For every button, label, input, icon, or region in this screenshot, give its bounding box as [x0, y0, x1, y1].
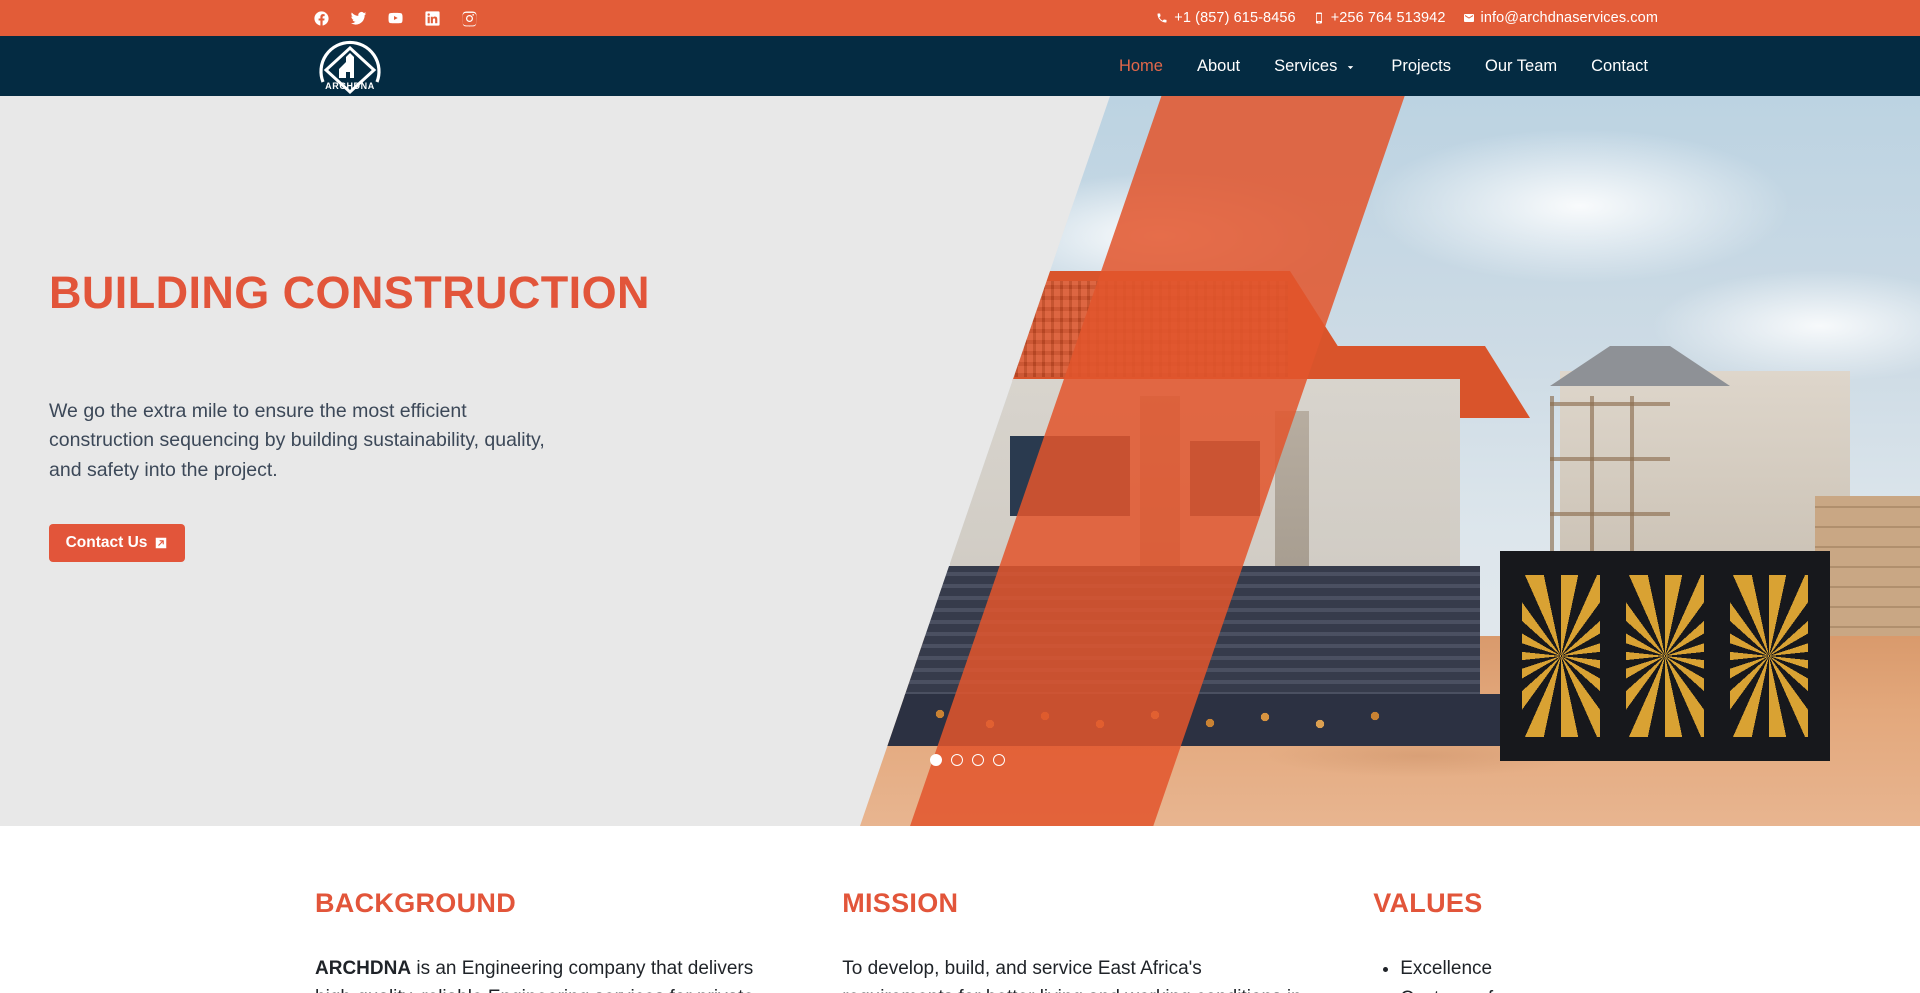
- mission-column: MISSION To develop, build, and service E…: [842, 888, 1373, 993]
- top-utility-bar: +1 (857) 615-8456 +256 764 513942 info@a…: [0, 0, 1920, 36]
- about-columns: BACKGROUND ARCHDNA is an Engineering com…: [0, 826, 1920, 993]
- perimeter-fence: [860, 566, 1480, 696]
- gate-panel: [1726, 571, 1812, 741]
- list-item: Excellence: [1400, 954, 1750, 983]
- nav-label-services: Services: [1274, 57, 1338, 75]
- nav-item-projects[interactable]: Projects: [1374, 36, 1468, 96]
- window-left: [1010, 436, 1130, 516]
- nav-item-our-team[interactable]: Our Team: [1468, 36, 1574, 96]
- carousel-dot-1[interactable]: [930, 754, 942, 766]
- list-item: Customer focus: [1400, 984, 1750, 993]
- social-links: [313, 10, 478, 27]
- site-header: ARCHDNA Home About Services Projects Our…: [0, 36, 1920, 96]
- values-heading: VALUES: [1373, 888, 1483, 918]
- nav-item-home[interactable]: Home: [1102, 36, 1180, 96]
- mobile-icon: [1315, 12, 1322, 24]
- background-column: BACKGROUND ARCHDNA is an Engineering com…: [315, 888, 842, 993]
- gate-panel: [1518, 571, 1604, 741]
- site-logo[interactable]: ARCHDNA: [310, 32, 390, 100]
- facebook-icon[interactable]: [313, 10, 330, 27]
- phone-us[interactable]: +1 (857) 615-8456: [1156, 10, 1296, 26]
- nav-item-about[interactable]: About: [1180, 36, 1257, 96]
- gate-panel: [1622, 571, 1708, 741]
- mission-heading: MISSION: [842, 888, 959, 918]
- hero-image: [860, 96, 1920, 826]
- contact-us-button[interactable]: Contact Us: [49, 523, 185, 562]
- hero-title: BUILDING CONSTRUCTION: [49, 267, 650, 319]
- instagram-icon[interactable]: [461, 10, 478, 27]
- email-text: info@archdnaservices.com: [1480, 10, 1658, 26]
- background-body: ARCHDNA is an Engineering company that d…: [315, 954, 782, 993]
- nav-label-projects: Projects: [1391, 57, 1451, 75]
- contact-us-label: Contact Us: [65, 533, 148, 551]
- building-right-roof: [1550, 346, 1730, 386]
- carousel-pagination: [930, 754, 1005, 766]
- arrow-up-right-icon: [156, 537, 167, 548]
- window-right: [1190, 441, 1260, 516]
- carousel-dot-3[interactable]: [972, 754, 984, 766]
- nav-label-about: About: [1196, 57, 1241, 75]
- phone-ug-text: +256 764 513942: [1330, 10, 1446, 26]
- fence-stone-base: [860, 694, 1520, 746]
- mission-body: To develop, build, and service East Afri…: [842, 958, 1301, 993]
- email[interactable]: info@archdnaservices.com: [1463, 10, 1659, 26]
- nav-label-home: Home: [1118, 57, 1163, 75]
- svg-text:ARCHDNA: ARCHDNA: [325, 81, 375, 91]
- phone-icon: [1157, 13, 1167, 23]
- hero-subtitle: We go the extra mile to ensure the most …: [49, 399, 545, 481]
- phone-ug[interactable]: +256 764 513942: [1313, 10, 1446, 26]
- nav-item-contact[interactable]: Contact: [1574, 36, 1665, 96]
- contact-info: +1 (857) 615-8456 +256 764 513942 info@a…: [1156, 0, 1658, 36]
- entry-gate: [1500, 551, 1830, 761]
- twitter-icon[interactable]: [350, 10, 367, 27]
- background-lead: ARCHDNA: [315, 958, 412, 979]
- values-column: VALUES Excellence Customer focus Innovat…: [1373, 888, 1750, 993]
- hero-content: BUILDING CONSTRUCTION We go the extra mi…: [0, 96, 820, 826]
- nav-label-contact: Contact: [1591, 57, 1648, 75]
- phone-us-text: +1 (857) 615-8456: [1174, 10, 1296, 26]
- values-list: Excellence Customer focus Innovation: [1373, 954, 1750, 993]
- hero-carousel: BUILDING CONSTRUCTION We go the extra mi…: [0, 96, 1920, 826]
- background-heading: BACKGROUND: [315, 888, 516, 918]
- carousel-dot-4[interactable]: [993, 754, 1005, 766]
- linkedin-icon[interactable]: [424, 10, 441, 27]
- nav-item-services[interactable]: Services: [1257, 36, 1374, 96]
- main-navigation: Home About Services Projects Our Team Co…: [1102, 36, 1665, 96]
- youtube-icon[interactable]: [387, 10, 404, 27]
- envelope-icon: [1463, 14, 1474, 22]
- nav-label-our-team: Our Team: [1484, 57, 1558, 75]
- carousel-dot-2[interactable]: [951, 754, 963, 766]
- chevron-down-icon: [1348, 65, 1354, 69]
